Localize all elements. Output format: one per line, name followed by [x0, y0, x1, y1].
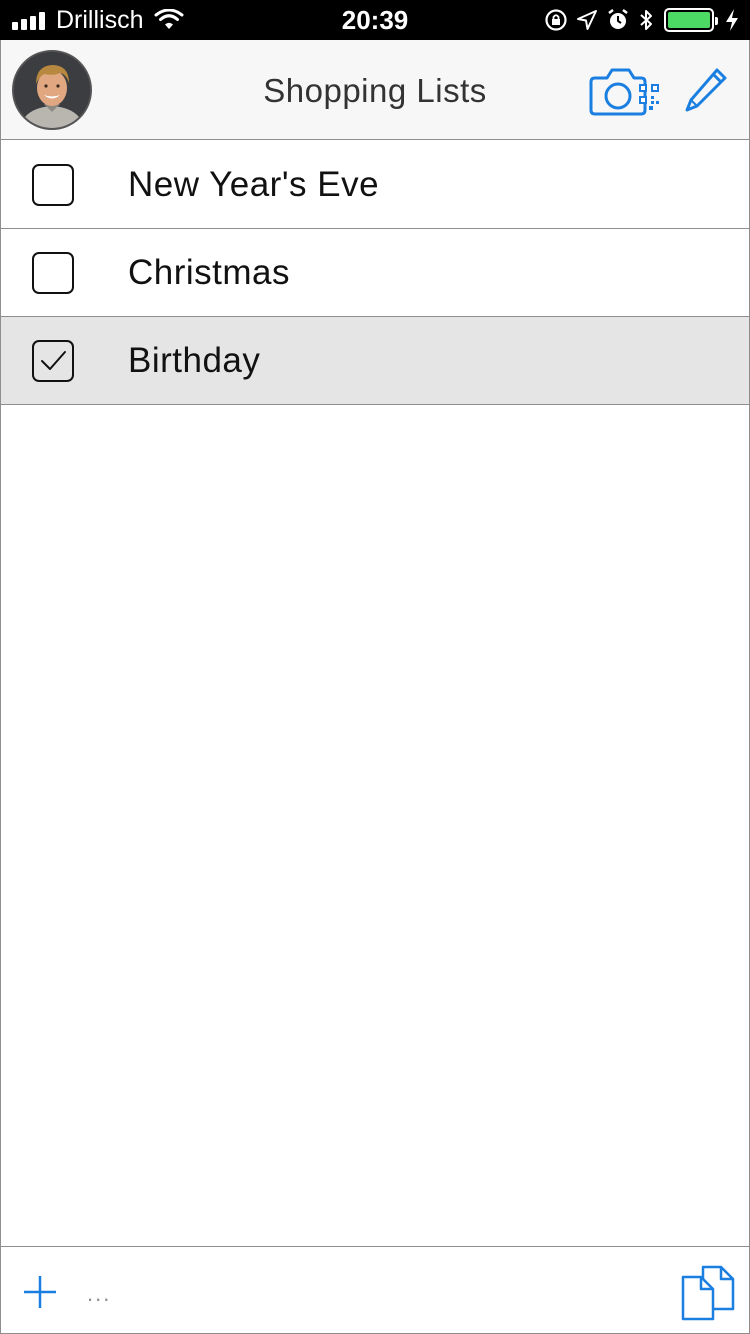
app-window: Shopping Lists New Year's Eve Christmas …: [0, 40, 750, 1334]
battery-level: [668, 12, 710, 28]
status-right: [536, 0, 740, 40]
list-item-selected[interactable]: Birthday: [1, 317, 749, 405]
copy-button[interactable]: [681, 1265, 735, 1321]
list-item-label: Christmas: [128, 253, 291, 292]
checkbox-checked[interactable]: [32, 340, 74, 382]
list-item[interactable]: New Year's Eve: [1, 141, 749, 229]
copy-icon: [681, 1265, 735, 1321]
nav-bar: Shopping Lists: [1, 40, 749, 140]
charging-icon: [726, 9, 738, 31]
list-item-label: New Year's Eve: [128, 165, 380, 204]
edit-button[interactable]: [681, 64, 731, 116]
list-item[interactable]: Christmas: [1, 229, 749, 317]
shopping-list: New Year's Eve Christmas Birthday: [1, 141, 749, 405]
location-icon: [577, 10, 597, 30]
bluetooth-icon: [640, 10, 652, 30]
checkmark-icon: [41, 351, 66, 370]
more-button[interactable]: ...: [87, 1281, 111, 1306]
checkbox-unchecked[interactable]: [32, 164, 74, 206]
status-bar: Drillisch 20:39: [0, 0, 750, 40]
battery-icon: [664, 8, 718, 32]
scan-qr-camera-button[interactable]: [589, 66, 665, 118]
alarm-icon: [608, 9, 628, 29]
list-item-label: Birthday: [128, 341, 261, 380]
add-list-button[interactable]: [21, 1273, 59, 1311]
camera-qr-icon: [589, 68, 659, 116]
bottom-toolbar: ...: [1, 1246, 749, 1333]
plus-icon: [24, 1276, 56, 1308]
rotation-lock-icon: [545, 9, 567, 31]
pencil-icon: [685, 68, 727, 112]
checkbox-unchecked[interactable]: [32, 252, 74, 294]
